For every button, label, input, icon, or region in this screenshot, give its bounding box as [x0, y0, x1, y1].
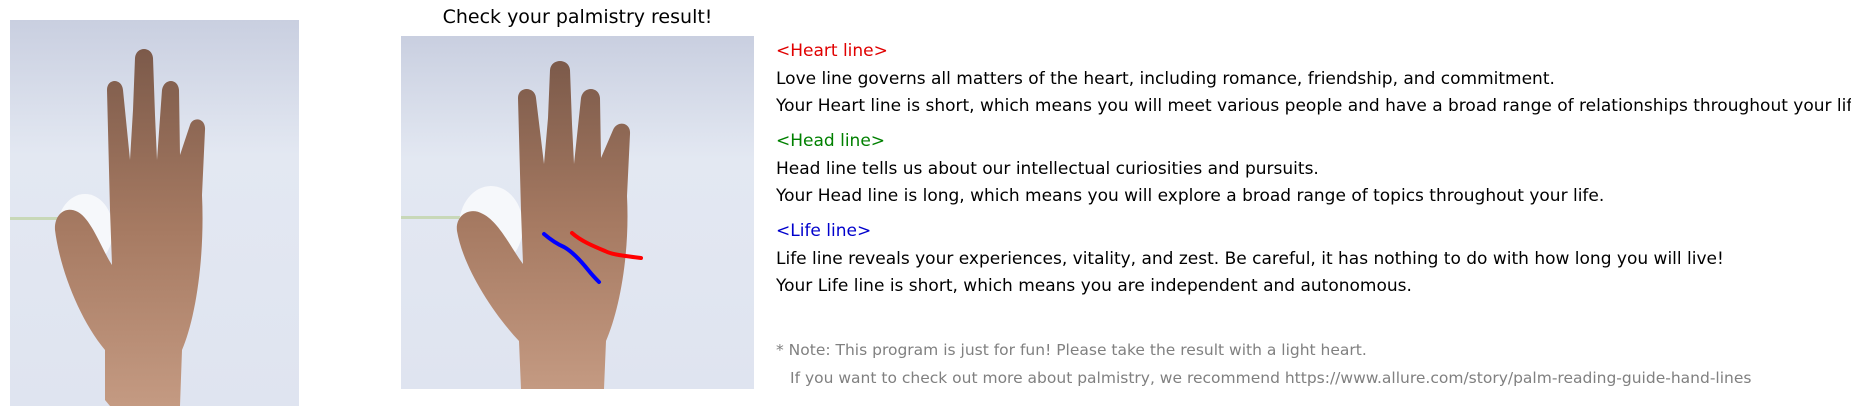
head-line-description: Head line tells us about our intellectua… — [776, 159, 1319, 179]
hand-illustration — [10, 20, 299, 406]
hand-illustration-annotated — [401, 36, 754, 389]
annotated-hand-photo — [401, 36, 754, 389]
note-disclaimer: * Note: This program is just for fun! Pl… — [776, 341, 1367, 359]
head-line-result: Your Head line is long, which means you … — [776, 186, 1605, 206]
head-line-heading: <Head line> — [776, 131, 886, 151]
note-reference: If you want to check out more about palm… — [790, 369, 1752, 387]
heart-line-description: Love line governs all matters of the hea… — [776, 69, 1555, 89]
life-line-heading: <Life line> — [776, 221, 872, 241]
life-line-result: Your Life line is short, which means you… — [776, 276, 1412, 296]
heart-line-heading: <Heart line> — [776, 41, 888, 61]
heart-line-result: Your Heart line is short, which means yo… — [776, 96, 1851, 116]
result-title: Check your palmistry result! — [442, 6, 713, 28]
original-hand-photo — [10, 20, 299, 406]
life-line-description: Life line reveals your experiences, vita… — [776, 249, 1724, 269]
